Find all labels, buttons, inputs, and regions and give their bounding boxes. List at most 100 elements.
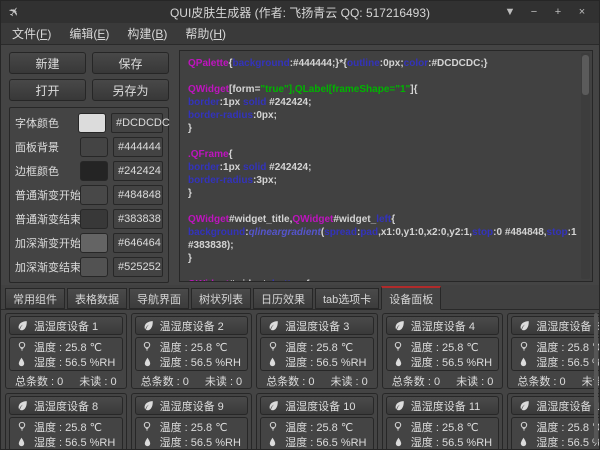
leaf-icon — [267, 399, 280, 412]
temperature-row: 温度 : 25.8 ℃ — [517, 339, 599, 354]
device-panel-scrollbar[interactable] — [594, 313, 598, 443]
maximize-button[interactable]: + — [549, 4, 567, 20]
code-line: border:1px solid #242424; — [188, 161, 576, 174]
bottom-tab-bar: 常用组件表格数据导航界面树状列表日历效果tab选项卡设备面板 — [1, 285, 599, 310]
color-value-input[interactable]: #DCDCDC — [111, 113, 163, 133]
color-value-input[interactable]: #646464 — [113, 233, 163, 253]
color-value-input[interactable]: #525252 — [113, 257, 163, 277]
titlebar: ✈ QUI皮肤生成器 (作者: 飞扬青云 QQ: 517216493) ▼−+× — [1, 1, 599, 23]
code-line — [188, 135, 576, 148]
droplet-icon — [517, 435, 530, 448]
editor-scrollbar[interactable] — [581, 53, 590, 279]
humidity-row: 湿度 : 56.5 %RH — [517, 434, 599, 449]
temperature-row: 温度 : 25.8 ℃ — [141, 339, 243, 354]
app-plane-icon: ✈ — [1, 4, 27, 20]
droplet-icon — [141, 435, 154, 448]
color-value-input[interactable]: #484848 — [113, 185, 163, 205]
device-card-body: 温度 : 25.8 ℃湿度 : 56.5 %RH — [135, 337, 249, 371]
tab-nav-ui[interactable]: 导航界面 — [129, 288, 189, 309]
device-card-footer: 总条数 : 0未读 : 0 — [260, 372, 374, 389]
color-value-input[interactable]: #444444 — [113, 137, 163, 157]
color-swatch[interactable] — [80, 209, 108, 229]
bulb-icon — [141, 420, 154, 433]
temperature-row: 温度 : 25.8 ℃ — [15, 339, 117, 354]
device-card-footer: 总条数 : 0未读 : 0 — [135, 372, 249, 389]
tab-common-widgets[interactable]: 常用组件 — [5, 288, 65, 309]
color-swatch[interactable] — [80, 233, 108, 253]
code-line — [188, 265, 576, 278]
temperature-row: 温度 : 25.8 ℃ — [266, 339, 368, 354]
tab-table-data[interactable]: 表格数据 — [67, 288, 127, 309]
color-swatch[interactable] — [80, 161, 108, 181]
editor-scrollbar-thumb[interactable] — [582, 55, 589, 95]
code-line: border:1px solid #242424; — [188, 96, 576, 109]
menu-item-build[interactable]: 构建(B) — [118, 23, 176, 44]
device-card: 温湿度设备 9温度 : 25.8 ℃湿度 : 56.5 %RH总条数 : 0未读… — [131, 393, 253, 450]
close-button[interactable]: × — [573, 4, 591, 20]
code-line — [188, 200, 576, 213]
temperature-value: 温度 : 25.8 ℃ — [285, 419, 353, 435]
device-card-title: 温湿度设备 5 — [536, 318, 599, 334]
menu-item-edit[interactable]: 编辑(E) — [60, 23, 118, 44]
humidity-row: 湿度 : 56.5 %RH — [15, 434, 117, 449]
tab-tab-control[interactable]: tab选项卡 — [315, 288, 379, 309]
minimize-button[interactable]: − — [525, 4, 543, 20]
temperature-row: 温度 : 25.8 ℃ — [266, 419, 368, 434]
droplet-icon — [266, 355, 279, 368]
bulb-icon — [15, 340, 28, 353]
humidity-row: 湿度 : 56.5 %RH — [392, 354, 494, 369]
color-row-border-color: 边框颜色#242424 — [15, 159, 163, 183]
tab-tree-list[interactable]: 树状列表 — [191, 288, 251, 309]
code-line — [188, 70, 576, 83]
device-card-title: 温湿度设备 11 — [411, 398, 480, 414]
humidity-row: 湿度 : 56.5 %RH — [392, 434, 494, 449]
file-toolbar: 新建保存打开另存为 — [9, 52, 169, 101]
device-card-body: 温度 : 25.8 ℃湿度 : 56.5 %RH — [386, 417, 500, 450]
device-card-body: 温度 : 25.8 ℃湿度 : 56.5 %RH — [386, 337, 500, 371]
bulb-icon — [141, 340, 154, 353]
color-swatch[interactable] — [80, 137, 108, 157]
color-row-normal-gradient-start: 普通渐变开始#484848 — [15, 183, 163, 207]
color-value-input[interactable]: #383838 — [113, 209, 163, 229]
tab-device-panel[interactable]: 设备面板 — [381, 286, 441, 310]
qss-editor[interactable]: QPalette{background:#444444;}*{outline:0… — [179, 50, 593, 282]
code-line: } — [188, 252, 576, 265]
color-label: 字体颜色 — [15, 115, 78, 131]
color-swatch[interactable] — [80, 185, 108, 205]
color-label: 面板背景 — [15, 139, 80, 155]
bulb-icon — [15, 420, 28, 433]
tab-calendar[interactable]: 日历效果 — [253, 288, 313, 309]
device-card: 温湿度设备 12温度 : 25.8 ℃湿度 : 56.5 %RH总条数 : 0未… — [507, 393, 599, 450]
device-card: 温湿度设备 1温度 : 25.8 ℃湿度 : 56.5 %RH总条数 : 0未读… — [5, 313, 127, 389]
leaf-icon — [393, 319, 406, 332]
total-count: 总条数 : 0 — [266, 373, 314, 389]
humidity-value: 湿度 : 56.5 %RH — [411, 434, 492, 450]
code-line: .QFrame{ — [188, 148, 576, 161]
droplet-icon — [517, 355, 530, 368]
temperature-value: 温度 : 25.8 ℃ — [536, 419, 599, 435]
color-row-panel-background: 面板背景 #444444 — [15, 135, 163, 159]
save-button[interactable]: 保存 — [92, 52, 169, 74]
unread-count: 未读 : 0 — [79, 373, 116, 389]
humidity-value: 湿度 : 56.5 %RH — [285, 354, 366, 370]
save-as-button[interactable]: 另存为 — [92, 79, 169, 101]
device-card-body: 温度 : 25.8 ℃湿度 : 56.5 %RH — [260, 337, 374, 371]
temperature-row: 温度 : 25.8 ℃ — [517, 419, 599, 434]
temperature-value: 温度 : 25.8 ℃ — [34, 419, 102, 435]
unread-count: 未读 : 0 — [205, 373, 242, 389]
new-button[interactable]: 新建 — [9, 52, 86, 74]
open-button[interactable]: 打开 — [9, 79, 86, 101]
color-swatch[interactable] — [80, 257, 108, 277]
droplet-icon — [392, 435, 405, 448]
skin-menu-button[interactable]: ▼ — [501, 4, 519, 20]
leaf-icon — [518, 319, 531, 332]
temperature-value: 温度 : 25.8 ℃ — [160, 339, 228, 355]
device-card-body: 温度 : 25.8 ℃湿度 : 56.5 %RH — [260, 417, 374, 450]
bulb-icon — [517, 340, 530, 353]
color-value-input[interactable]: #242424 — [113, 161, 163, 181]
menu-item-help[interactable]: 帮助(H) — [176, 23, 235, 44]
menu-item-file[interactable]: 文件(F) — [3, 23, 60, 44]
color-swatch[interactable] — [78, 113, 106, 133]
device-card-body: 温度 : 25.8 ℃湿度 : 56.5 %RH — [511, 337, 599, 371]
device-card-title: 温湿度设备 2 — [160, 318, 224, 334]
